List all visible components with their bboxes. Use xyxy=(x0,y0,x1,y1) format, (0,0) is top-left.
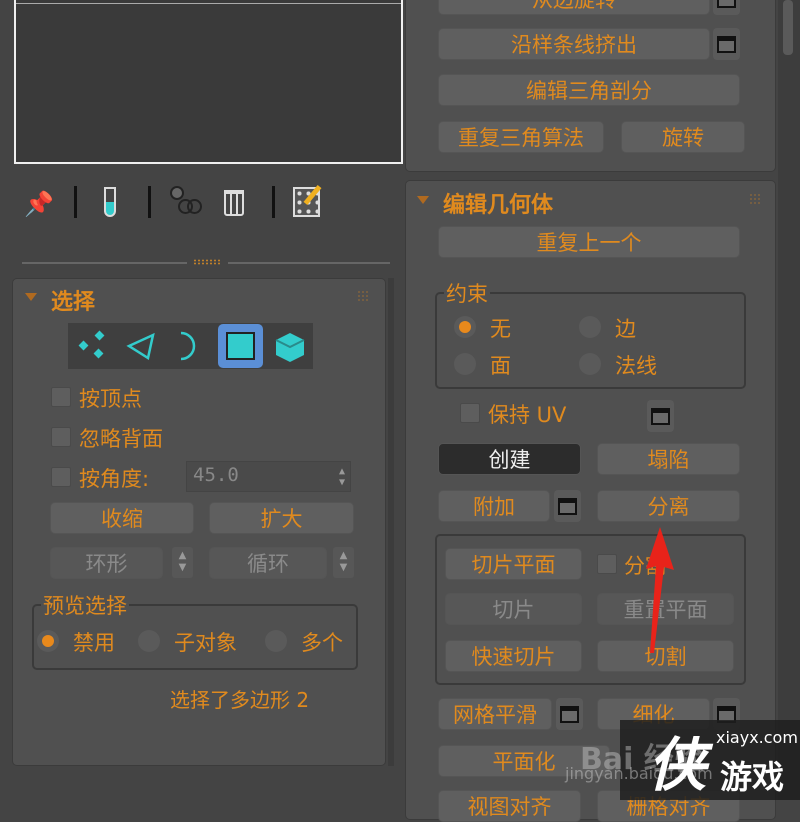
scrollbar-track[interactable] xyxy=(778,0,800,800)
by-angle-checkbox[interactable] xyxy=(51,467,71,487)
rollout-title[interactable]: 编辑几何体 xyxy=(443,187,553,219)
border-level-icon[interactable] xyxy=(176,330,202,362)
loop-spinner[interactable]: ▲ ▼ xyxy=(333,547,354,578)
constraint-none-radio[interactable] xyxy=(454,316,476,338)
scrollbar-thumb[interactable] xyxy=(783,0,793,55)
extrude-along-spline-button[interactable]: 沿样条线挤出 xyxy=(438,28,710,60)
constraint-face-label: 面 xyxy=(490,354,511,378)
preserve-uv-checkbox[interactable] xyxy=(460,403,480,423)
collapse-triangle-icon[interactable] xyxy=(417,196,429,204)
attach-button[interactable]: 附加 xyxy=(438,490,550,522)
settings-icon[interactable] xyxy=(713,28,740,60)
annotation-arrow-icon xyxy=(646,527,674,653)
slice-button[interactable]: 切片 xyxy=(445,593,582,625)
preview-subobject-radio[interactable] xyxy=(138,630,160,652)
object-group-icon[interactable] xyxy=(170,186,202,218)
angle-input[interactable]: 45.0 ▲ ▼ xyxy=(186,461,351,492)
toolbar-separator xyxy=(74,186,77,218)
preview-subobject-label: 子对象 xyxy=(174,631,237,655)
constraint-edge-radio[interactable] xyxy=(579,316,601,338)
settings-icon[interactable] xyxy=(556,698,583,730)
by-vertex-label: 按顶点 xyxy=(79,387,142,411)
ring-spinner[interactable]: ▲ ▼ xyxy=(172,547,193,578)
by-vertex-checkbox[interactable] xyxy=(51,387,71,407)
watermark-site: xiayx.com xyxy=(716,728,798,747)
ring-button[interactable]: 环形 xyxy=(50,547,163,579)
viewport-preview[interactable] xyxy=(14,0,403,164)
repeat-last-button[interactable]: 重复上一个 xyxy=(438,226,740,258)
ignore-backfacing-label: 忽略背面 xyxy=(79,427,163,451)
constraint-normal-label: 法线 xyxy=(615,354,657,378)
constraint-none-label: 无 xyxy=(490,317,511,341)
slice-plane-button[interactable]: 切片平面 xyxy=(445,548,582,580)
quickslice-button[interactable]: 快速切片 xyxy=(445,640,582,672)
grip-icon[interactable] xyxy=(357,290,368,301)
scrollbar[interactable] xyxy=(388,278,394,766)
resize-handle[interactable] xyxy=(193,259,221,265)
ignore-backfacing-checkbox[interactable] xyxy=(51,427,71,447)
settings-icon[interactable] xyxy=(713,0,740,15)
divider xyxy=(228,262,390,264)
collapse-button[interactable]: 塌陷 xyxy=(597,443,740,475)
grow-button[interactable]: 扩大 xyxy=(209,502,354,534)
preview-multi-radio[interactable] xyxy=(265,630,287,652)
watermark-text: 游戏 xyxy=(720,758,785,796)
settings-icon[interactable] xyxy=(554,490,581,522)
vertex-level-icon[interactable] xyxy=(78,330,108,360)
edge-level-icon[interactable] xyxy=(126,332,156,360)
pin-icon[interactable]: 📌 xyxy=(24,190,54,218)
trash-icon[interactable] xyxy=(224,190,244,216)
angle-value: 45.0 xyxy=(193,464,239,486)
rollout-title[interactable]: 选择 xyxy=(51,284,95,316)
constraint-normal-radio[interactable] xyxy=(579,353,601,375)
create-button[interactable]: 创建 xyxy=(438,443,581,475)
split-checkbox[interactable] xyxy=(597,554,617,574)
toolbar-separator xyxy=(272,186,275,218)
polygon-level-icon[interactable] xyxy=(218,324,263,368)
collapse-triangle-icon[interactable] xyxy=(25,293,37,301)
constraint-edge-label: 边 xyxy=(615,317,636,341)
preview-off-label: 禁用 xyxy=(73,631,115,655)
preview-multi-label: 多个 xyxy=(301,631,343,655)
loop-button[interactable]: 循环 xyxy=(209,547,327,579)
element-level-icon[interactable] xyxy=(274,331,306,363)
preserve-uv-label: 保持 UV xyxy=(488,403,567,427)
edit-triangulation-button[interactable]: 编辑三角剖分 xyxy=(438,74,740,106)
view-align-button[interactable]: 视图对齐 xyxy=(438,790,581,822)
preview-off-radio[interactable] xyxy=(37,630,59,652)
constraint-face-radio[interactable] xyxy=(454,353,476,375)
divider xyxy=(22,262,187,264)
spinner-arrows-icon[interactable]: ▲ ▼ xyxy=(339,466,345,488)
grip-icon[interactable] xyxy=(749,193,760,204)
detach-button[interactable]: 分离 xyxy=(597,490,740,522)
hinge-from-edge-button[interactable]: 从边旋转 xyxy=(438,0,710,15)
watermark-logo: 侠 xyxy=(648,731,707,799)
by-angle-label: 按角度: xyxy=(79,467,150,491)
shrink-button[interactable]: 收缩 xyxy=(50,502,194,534)
turn-button[interactable]: 旋转 xyxy=(621,121,745,153)
selection-status: 选择了多边形 2 xyxy=(170,688,310,712)
test-tube-icon[interactable] xyxy=(104,187,116,217)
preview-selection-title: 预览选择 xyxy=(41,590,129,620)
constraints-title: 约束 xyxy=(444,278,490,308)
toolbar-separator xyxy=(148,186,151,218)
settings-icon[interactable] xyxy=(647,400,674,432)
meshsmooth-button[interactable]: 网格平滑 xyxy=(438,698,552,730)
watermark: Bai 经验 jingyan.baidu.com 侠 xiayx.com 游戏 xyxy=(565,720,800,800)
retriangulate-button[interactable]: 重复三角算法 xyxy=(438,121,604,153)
